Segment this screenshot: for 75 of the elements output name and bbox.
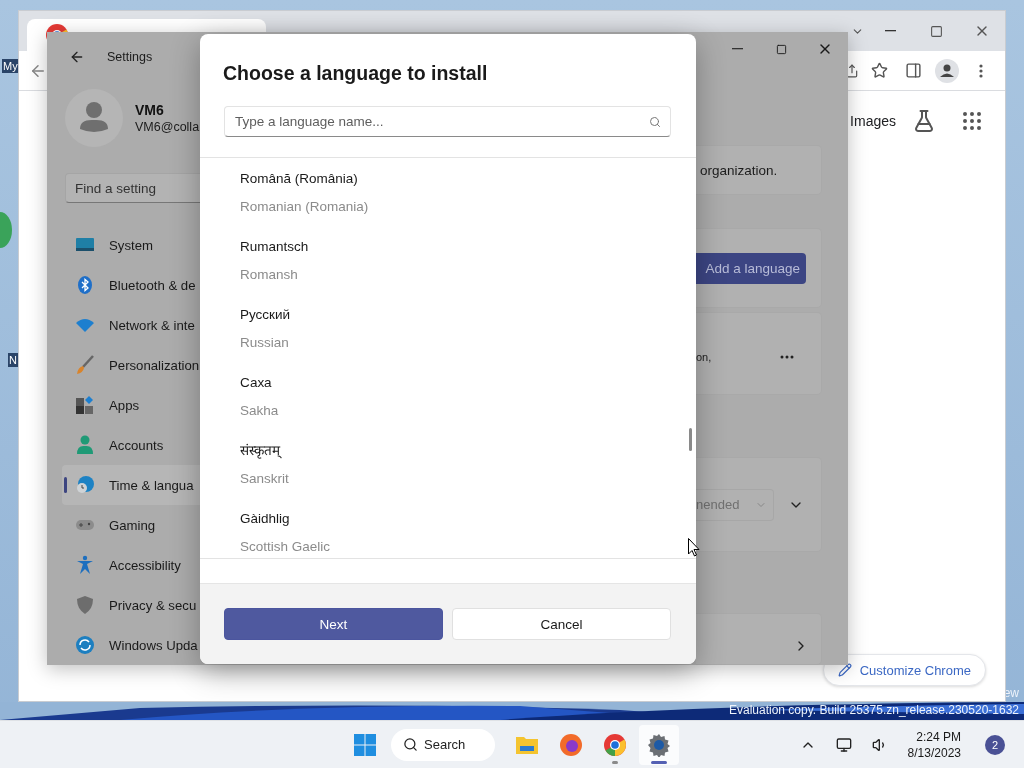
- account-name: VM6: [135, 102, 165, 119]
- apps-icon: [75, 395, 95, 415]
- watermark-text: Evaluation copy. Build 25375.zn_release.230520-1632: [729, 703, 1019, 717]
- dialog-title: Choose a language to install: [223, 61, 489, 86]
- apps-grid-icon: [960, 109, 984, 133]
- shield-icon: [75, 595, 95, 615]
- nav-item[interactable]: Apps: [62, 385, 200, 425]
- maximize-icon: [775, 43, 787, 55]
- desktop-icon-label: My: [2, 59, 19, 73]
- search-icon: [403, 737, 418, 752]
- maximize-icon: [929, 24, 943, 38]
- firefox-icon: [559, 732, 583, 757]
- nav-item[interactable]: System: [62, 225, 200, 265]
- scrollbar-thumb[interactable]: [689, 428, 692, 451]
- next-button[interactable]: Next: [224, 608, 443, 640]
- nav-item[interactable]: Time & langua: [62, 465, 200, 505]
- search-icon: [649, 115, 661, 128]
- avatar-icon: [65, 89, 123, 148]
- search-button[interactable]: Search: [391, 728, 495, 761]
- images-link[interactable]: Images: [850, 113, 896, 129]
- minimize-icon: [884, 30, 896, 32]
- brush-icon: [75, 355, 95, 375]
- accessibility-icon: [75, 555, 95, 575]
- nav-item[interactable]: Accounts: [62, 425, 200, 465]
- nav-item[interactable]: Personalization: [62, 345, 200, 385]
- globe-clock-icon: [75, 475, 95, 495]
- cancel-button[interactable]: Cancel: [452, 608, 671, 640]
- nav-item[interactable]: Accessibility: [62, 545, 200, 585]
- windows-logo-icon: [354, 733, 376, 756]
- language-name[interactable]: Rumantsch: [240, 237, 309, 257]
- language-english-name: Sakha: [240, 402, 279, 420]
- more-icon: [780, 354, 794, 359]
- search-field[interactable]: Type a language name...: [224, 106, 671, 137]
- account-email: VM6@colla: [135, 120, 200, 135]
- minimize-icon: [731, 48, 743, 50]
- bluetooth-icon: [75, 275, 95, 295]
- customize-chrome-button[interactable]: Customize Chrome: [822, 654, 986, 686]
- taskbar-app[interactable]: [639, 724, 679, 765]
- nav-item[interactable]: Privacy & secu: [62, 585, 200, 625]
- person-icon: [75, 435, 95, 455]
- language-english-name: Scottish Gaelic: [240, 538, 331, 556]
- language-english-name: Russian: [240, 334, 289, 352]
- more-icon: [979, 63, 983, 78]
- flask-icon: [912, 109, 936, 133]
- card-text: on,: [696, 350, 712, 363]
- language-name[interactable]: Саха: [240, 373, 272, 393]
- monitor-icon: [835, 736, 852, 753]
- nav-item[interactable]: Bluetooth & de: [62, 265, 200, 305]
- desktop-icon-label: N: [8, 353, 18, 367]
- language-name[interactable]: संस्कृतम्: [240, 441, 280, 461]
- language-english-name: Sanskrit: [240, 470, 289, 488]
- profile-button[interactable]: [933, 56, 961, 85]
- language-name[interactable]: Română (România): [240, 169, 358, 189]
- card-text: organization.: [700, 162, 778, 178]
- sync-icon: [75, 635, 95, 655]
- nav-item[interactable]: Gaming: [62, 505, 200, 545]
- language-name[interactable]: Gàidhlig: [240, 509, 290, 529]
- avatar-icon: [935, 58, 959, 83]
- nav-item[interactable]: Windows Upda: [62, 625, 200, 665]
- star-icon: [870, 62, 888, 79]
- nav-item[interactable]: Network & inte: [62, 305, 200, 345]
- side-panel-icon: [904, 62, 922, 79]
- clock[interactable]: 2:24 PM 8/13/2023: [901, 728, 967, 761]
- window-title: Settings: [107, 49, 153, 64]
- search-field[interactable]: Find a setting: [65, 173, 200, 203]
- pencil-icon: [837, 663, 852, 677]
- share-icon: [845, 63, 859, 78]
- desktop-icon: [0, 212, 12, 248]
- language-english-name: Romansh: [240, 266, 298, 284]
- language-name[interactable]: Русский: [240, 305, 291, 325]
- add-language-button[interactable]: Add a language: [696, 252, 806, 284]
- notification-badge[interactable]: 2: [985, 734, 1005, 755]
- gear-icon: [647, 732, 671, 757]
- language-english-name: Romanian (Romania): [240, 198, 369, 216]
- chrome-icon: [603, 732, 627, 757]
